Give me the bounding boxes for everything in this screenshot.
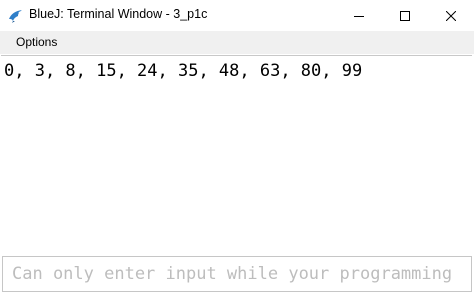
terminal-output-text: 0, 3, 8, 15, 24, 35, 48, 63, 80, 99	[4, 61, 363, 81]
title-bar[interactable]: BlueJ: Terminal Window - 3_p1c	[0, 0, 474, 31]
terminal-input-area[interactable]	[2, 256, 472, 292]
menu-options[interactable]: Options	[10, 35, 63, 49]
terminal-output-area[interactable]: 0, 3, 8, 15, 24, 35, 48, 63, 80, 99	[1, 55, 472, 253]
maximize-button[interactable]	[382, 0, 428, 31]
close-button[interactable]	[428, 0, 474, 31]
close-icon	[446, 10, 456, 21]
menu-bar: Options	[0, 31, 474, 54]
minimize-button[interactable]	[336, 0, 382, 31]
maximize-icon	[400, 10, 410, 21]
bluej-bird-icon	[8, 8, 24, 24]
terminal-window: BlueJ: Terminal Window - 3_p1c Options 0…	[0, 0, 474, 294]
terminal-input-field[interactable]	[3, 257, 471, 291]
window-title: BlueJ: Terminal Window - 3_p1c	[29, 7, 208, 21]
minimize-icon	[354, 11, 364, 21]
